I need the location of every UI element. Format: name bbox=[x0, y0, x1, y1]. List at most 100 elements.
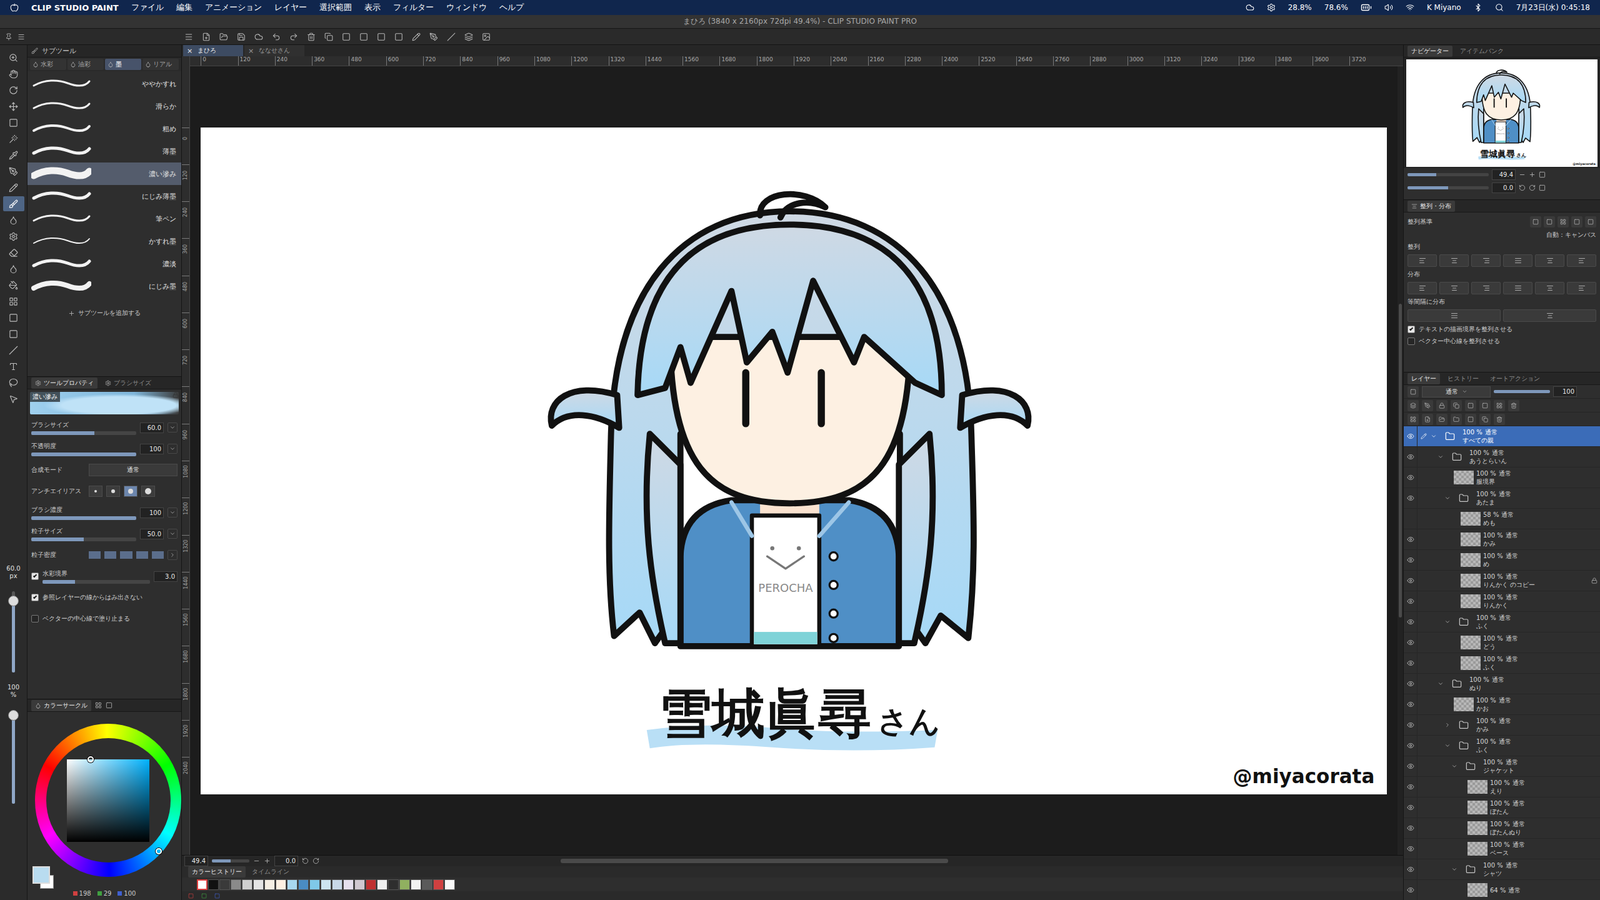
color-swatch[interactable] bbox=[376, 879, 388, 890]
command-icon[interactable] bbox=[464, 32, 474, 42]
layer-tool-icon[interactable] bbox=[1467, 402, 1474, 409]
icon-button[interactable] bbox=[1465, 413, 1477, 425]
eye-icon[interactable] bbox=[1406, 597, 1415, 605]
tool-button[interactable] bbox=[3, 277, 25, 293]
eye-icon[interactable] bbox=[1406, 783, 1415, 791]
color-swatch[interactable] bbox=[196, 879, 208, 890]
density-step[interactable] bbox=[136, 551, 149, 559]
density-step[interactable] bbox=[88, 551, 101, 559]
icon-button[interactable] bbox=[1421, 413, 1434, 425]
visibility-toggle[interactable] bbox=[1403, 570, 1418, 591]
slider-track[interactable] bbox=[31, 516, 137, 520]
expand-toggle[interactable] bbox=[1443, 742, 1452, 749]
mini-button[interactable] bbox=[167, 422, 178, 433]
menu-item[interactable]: ファイル bbox=[131, 1, 164, 14]
tool-button[interactable] bbox=[3, 147, 25, 163]
menu-item[interactable]: アニメーション bbox=[205, 1, 262, 14]
icon-button[interactable] bbox=[1407, 413, 1419, 425]
expand-icon[interactable] bbox=[1437, 680, 1444, 687]
brush-row[interactable]: 滑らか bbox=[27, 95, 182, 118]
command-icon[interactable] bbox=[376, 32, 386, 42]
layer-row[interactable]: 100 %通常ふく bbox=[1403, 653, 1600, 674]
tool-button[interactable] bbox=[3, 196, 25, 212]
eye-icon[interactable] bbox=[1406, 741, 1415, 750]
slider-track[interactable] bbox=[1407, 186, 1489, 190]
tool-icon[interactable] bbox=[8, 296, 19, 307]
expand-icon[interactable] bbox=[1451, 763, 1458, 770]
tool-button[interactable] bbox=[3, 98, 25, 114]
align-icon[interactable] bbox=[1482, 256, 1490, 265]
tool-button[interactable] bbox=[3, 310, 25, 325]
document-tab[interactable]: ×まひろ bbox=[183, 45, 244, 57]
horizontal-scrollbar[interactable] bbox=[560, 858, 949, 864]
command-icon[interactable] bbox=[394, 32, 404, 42]
command-button[interactable] bbox=[444, 30, 459, 44]
color-swatch[interactable] bbox=[354, 879, 365, 890]
color-swatch[interactable] bbox=[399, 879, 410, 890]
layer-row[interactable]: 100 %通常ふく bbox=[1403, 611, 1600, 633]
align-icon[interactable] bbox=[1450, 256, 1459, 265]
expand-icon[interactable] bbox=[1444, 721, 1451, 729]
layer-row[interactable]: 100 %通常ふく bbox=[1403, 735, 1600, 757]
color-swatch[interactable] bbox=[286, 879, 298, 890]
tool-icon[interactable] bbox=[8, 199, 19, 209]
layer-row[interactable]: 100 %通常ジャケット bbox=[1403, 756, 1600, 777]
subtool-tab[interactable]: 水彩 bbox=[30, 58, 67, 70]
saturation-value-square[interactable] bbox=[66, 759, 150, 842]
main-color[interactable] bbox=[32, 866, 50, 884]
eye-icon[interactable] bbox=[1406, 762, 1415, 770]
layer-tool-icon[interactable] bbox=[1496, 402, 1503, 409]
align-icon[interactable] bbox=[1514, 284, 1522, 292]
icon-button[interactable] bbox=[1436, 400, 1448, 412]
tool-icon[interactable] bbox=[8, 118, 19, 128]
slider-track[interactable] bbox=[31, 431, 137, 435]
eye-icon[interactable] bbox=[1406, 865, 1415, 874]
tool-button[interactable] bbox=[3, 326, 25, 342]
spin-icon[interactable] bbox=[169, 445, 176, 452]
layer-row[interactable]: 100 %通常あたま bbox=[1403, 488, 1600, 509]
visibility-toggle[interactable] bbox=[1403, 735, 1418, 756]
slider-track[interactable] bbox=[211, 859, 250, 863]
command-button[interactable] bbox=[461, 30, 476, 44]
value-field[interactable]: 0.0 bbox=[274, 855, 299, 867]
wifi-icon[interactable] bbox=[1405, 3, 1415, 12]
command-button[interactable] bbox=[321, 30, 336, 44]
layer-action-icon[interactable] bbox=[1410, 416, 1417, 423]
tool-icon[interactable] bbox=[8, 69, 19, 79]
expand-icon[interactable] bbox=[1430, 433, 1437, 440]
layer-row[interactable]: 100 %通常ぼたんぬり bbox=[1403, 818, 1600, 839]
zoom-in-icon[interactable] bbox=[263, 857, 271, 865]
command-button[interactable] bbox=[374, 30, 389, 44]
add-subtool-button[interactable]: サブツールを追加する bbox=[27, 306, 182, 320]
apple-icon[interactable] bbox=[10, 3, 19, 12]
close-tab-button[interactable]: × bbox=[248, 46, 254, 55]
tool-icon[interactable] bbox=[8, 361, 19, 372]
eye-icon[interactable] bbox=[1406, 494, 1415, 502]
align-button[interactable] bbox=[1471, 254, 1501, 267]
visibility-toggle[interactable] bbox=[1403, 838, 1418, 859]
blend-mode-select[interactable]: 通常 bbox=[1421, 386, 1491, 398]
expand-icon[interactable] bbox=[1444, 618, 1451, 625]
tool-icon[interactable] bbox=[8, 166, 19, 177]
command-button[interactable] bbox=[339, 30, 354, 44]
command-icon[interactable] bbox=[184, 32, 194, 42]
command-icon[interactable] bbox=[236, 32, 246, 42]
layer-tool-icon[interactable] bbox=[1410, 402, 1417, 409]
visibility-toggle[interactable] bbox=[1403, 653, 1418, 674]
brush-row[interactable]: 薄墨 bbox=[27, 140, 182, 163]
battery-icon[interactable] bbox=[1360, 1, 1372, 14]
subtool-tab[interactable]: 墨 bbox=[105, 58, 142, 70]
layer-tool-icon[interactable] bbox=[1481, 402, 1489, 409]
tool-button[interactable] bbox=[3, 342, 25, 358]
value-field[interactable]: 3.0 bbox=[153, 571, 178, 582]
icon-button[interactable] bbox=[1436, 413, 1448, 425]
antialias-option[interactable] bbox=[141, 485, 155, 497]
close-tab-button[interactable]: × bbox=[186, 46, 193, 55]
align-button[interactable] bbox=[1503, 254, 1533, 267]
layer-row[interactable]: 100 %通常かお bbox=[1403, 694, 1600, 715]
tool-icon[interactable] bbox=[8, 134, 19, 144]
tool-button[interactable] bbox=[3, 391, 25, 407]
layer-tool-icon[interactable] bbox=[1453, 402, 1460, 409]
visibility-toggle[interactable] bbox=[1403, 467, 1418, 488]
panel-tab[interactable]: アイテムバンク bbox=[1456, 45, 1508, 57]
